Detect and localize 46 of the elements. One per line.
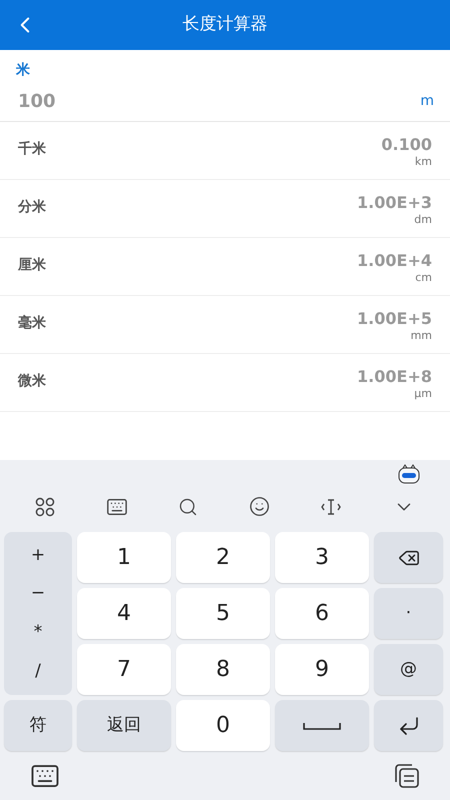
result-unit: cm xyxy=(415,271,432,285)
digit-key[interactable]: 8 xyxy=(176,644,270,695)
result-value: 1.00E+5 xyxy=(357,309,432,329)
symbol-option[interactable]: − xyxy=(30,581,46,607)
symbol-option[interactable]: / xyxy=(35,658,41,684)
digit-key[interactable]: 1 xyxy=(77,532,171,583)
unit-name: 千米 xyxy=(18,140,46,159)
digit-key[interactable]: 9 xyxy=(275,644,369,695)
digit-key[interactable]: 0 xyxy=(176,700,270,751)
symbol-key[interactable]: · xyxy=(374,588,443,639)
search-icon[interactable] xyxy=(178,496,198,516)
unit-name: 分米 xyxy=(18,198,46,217)
result-unit: dm xyxy=(414,213,432,227)
digit-key[interactable]: 6 xyxy=(275,588,369,639)
symbol-option[interactable]: * xyxy=(34,620,42,646)
digit-key[interactable]: 5 xyxy=(176,588,270,639)
text-cursor-icon[interactable] xyxy=(320,498,342,516)
grid-icon[interactable] xyxy=(35,496,56,516)
symbol-key[interactable]: 符 xyxy=(4,700,72,751)
backspace-key[interactable] xyxy=(374,532,443,583)
input-unit: m xyxy=(420,92,434,110)
unit-name: 厘米 xyxy=(18,256,46,275)
digit-key[interactable]: 2 xyxy=(176,532,270,583)
page-title: 长度计算器 xyxy=(182,13,268,36)
symbol-key[interactable]: @ xyxy=(374,644,443,695)
result-value: 1.00E+4 xyxy=(357,251,432,271)
unit-name: 毫米 xyxy=(18,314,46,333)
digit-key[interactable]: 3 xyxy=(275,532,369,583)
symbol-key[interactable]: 返回 xyxy=(77,700,171,751)
unit-name: 微米 xyxy=(18,372,46,391)
result-value: 1.00E+3 xyxy=(357,193,432,213)
space-icon xyxy=(303,720,341,730)
result-unit: μm xyxy=(414,387,432,401)
result-unit: mm xyxy=(410,329,432,343)
digit-key[interactable]: 4 xyxy=(77,588,171,639)
result-value: 1.00E+8 xyxy=(357,367,432,387)
emoji-icon[interactable] xyxy=(248,496,270,517)
clipboard-icon[interactable] xyxy=(392,762,420,788)
result-unit: km xyxy=(414,155,432,169)
digit-key[interactable]: 7 xyxy=(77,644,171,695)
symbol-list[interactable]: + − * / xyxy=(4,532,72,695)
enter-key[interactable] xyxy=(374,700,443,751)
symbol-option[interactable]: + xyxy=(30,542,46,568)
robot-icon[interactable] xyxy=(398,464,420,484)
result-value: 0.100 xyxy=(381,135,432,155)
input-label: 米 xyxy=(16,61,31,80)
